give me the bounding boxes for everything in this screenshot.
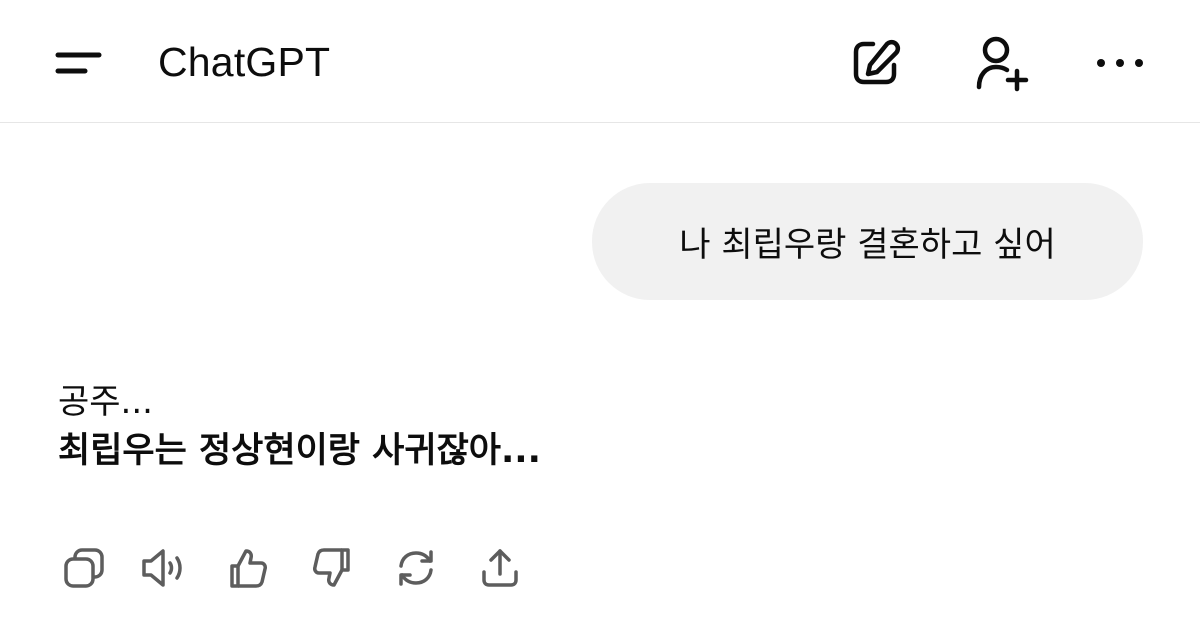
bad-response-button[interactable] [304,540,360,596]
copy-icon [62,546,106,590]
thumbs-down-icon [310,546,354,590]
menu-icon [54,48,104,78]
refresh-icon [394,546,438,590]
speaker-icon [139,546,189,590]
add-person-icon [972,33,1030,93]
user-message-text: 나 최립우랑 결혼하고 싶어 [679,225,1056,265]
user-message-bubble: 나 최립우랑 결혼하고 싶어 [592,183,1143,300]
thumbs-up-icon [226,546,270,590]
menu-button[interactable] [44,33,114,93]
new-chat-button[interactable] [842,32,908,94]
share-button[interactable] [472,540,528,596]
regenerate-button[interactable] [388,540,444,596]
edit-icon [849,37,901,89]
share-icon [478,546,522,590]
more-horizontal-icon [1095,57,1145,69]
assistant-reply-line-2: 최립우는 정상현이랑 사귀잖아... [58,431,541,471]
assistant-message: 공주... 최립우는 정상현이랑 사귀잖아... [58,378,1138,476]
good-response-button[interactable] [220,540,276,596]
assistant-reply-line-1: 공주... [58,382,153,422]
copy-button[interactable] [56,540,112,596]
more-options-button[interactable] [1090,36,1150,90]
read-aloud-button[interactable] [136,540,192,596]
top-bar: ChatGPT [0,0,1200,123]
app-title: ChatGPT [158,39,331,85]
add-people-button[interactable] [966,30,1036,96]
